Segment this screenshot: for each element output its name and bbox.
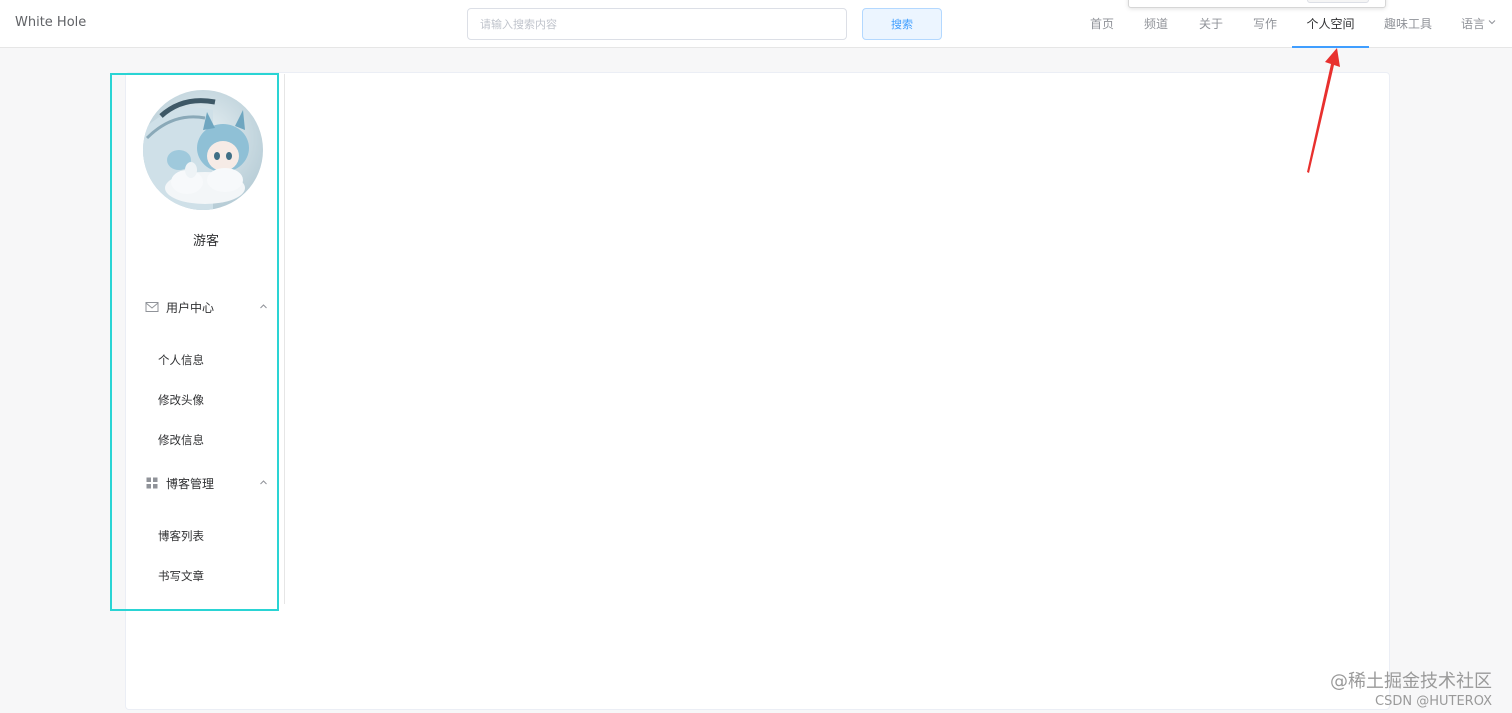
- menu-group-blog-management[interactable]: 博客管理: [127, 468, 277, 498]
- menu-item-blog-list[interactable]: 博客列表: [127, 522, 277, 550]
- watermark-line-1: @稀土掘金技术社区: [1330, 671, 1492, 692]
- dropdown-popup: [1128, 0, 1386, 8]
- avatar-image: [143, 90, 263, 210]
- avatar[interactable]: [143, 90, 263, 210]
- nav-language[interactable]: 语言: [1459, 0, 1487, 48]
- brand-logo[interactable]: White Hole: [15, 15, 86, 30]
- envelope-icon: [145, 302, 159, 312]
- watermark-line-2: CSDN @HUTEROX: [1375, 694, 1492, 709]
- main-content-panel: [125, 72, 1390, 710]
- search-button[interactable]: 搜索: [862, 8, 942, 40]
- watermark: @稀土掘金技术社区 CSDN @HUTEROX: [1330, 670, 1492, 710]
- popup-button[interactable]: [1307, 0, 1369, 3]
- menu-group-label: 博客管理: [166, 477, 215, 491]
- annotation-arrow-icon: [1307, 48, 1340, 173]
- chevron-up-icon: [260, 480, 267, 485]
- menu-group-label: 用户中心: [166, 301, 215, 315]
- menu-group-user-center[interactable]: 用户中心: [127, 292, 277, 322]
- menu-item-personal-info[interactable]: 个人信息: [127, 346, 277, 374]
- chevron-up-icon: [260, 304, 267, 309]
- search-input[interactable]: [467, 8, 847, 40]
- nav-fun-tools[interactable]: 趣味工具: [1382, 0, 1434, 48]
- menu-item-edit-info[interactable]: 修改信息: [127, 426, 277, 454]
- grid-icon: [146, 477, 158, 489]
- username-label: 游客: [192, 234, 219, 249]
- nav-home[interactable]: 首页: [1088, 0, 1116, 48]
- menu-item-write-article[interactable]: 书写文章: [127, 562, 277, 590]
- menu-item-change-avatar[interactable]: 修改头像: [127, 386, 277, 414]
- chevron-down-icon[interactable]: [1488, 18, 1496, 26]
